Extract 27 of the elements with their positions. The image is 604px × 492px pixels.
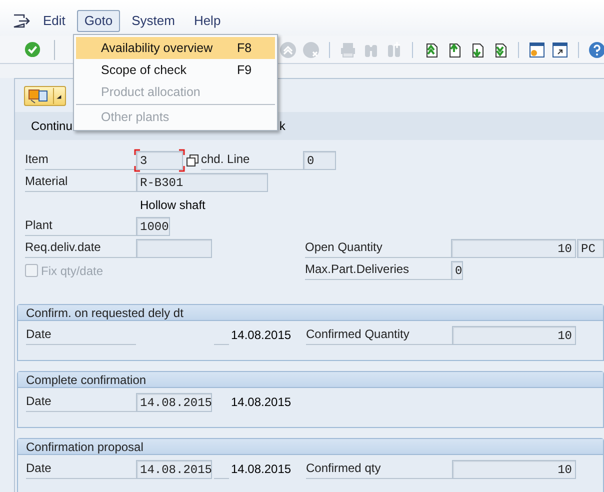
menu-item[interactable]: Goto [77, 10, 120, 32]
toolbar-button-text[interactable]: k [279, 117, 286, 135]
menu-option[interactable]: Availability overview F8 [76, 37, 275, 59]
input-field[interactable]: 10 [452, 326, 576, 345]
unit-field[interactable]: PC [577, 239, 604, 258]
group-title: Confirmation proposal [18, 439, 603, 455]
input-field[interactable]: 0 [303, 151, 336, 170]
date-text: 14.08.2015 [231, 327, 292, 344]
input-field[interactable]: R-B301 [136, 173, 268, 192]
group-title: Complete confirmation [18, 372, 603, 388]
input-field[interactable]: 14.08.2015 [136, 460, 212, 479]
input-field[interactable]: 0 [451, 261, 463, 280]
menu-option[interactable]: Scope of check F9 [76, 59, 275, 81]
date-text: 14.08.2015 [231, 461, 292, 478]
input-field[interactable]: 10 [452, 460, 576, 479]
input-field[interactable]: 1000 [136, 217, 170, 236]
input-field[interactable]: 14.08.2015 [136, 393, 212, 412]
menu-item[interactable]: System [124, 10, 182, 32]
date-text: 14.08.2015 [231, 394, 292, 411]
menu-item[interactable]: Edit [36, 10, 72, 32]
field-label: Date [26, 326, 136, 345]
input-field[interactable]: 10 [451, 239, 576, 258]
group-title: Confirm. on requested dely dt [18, 305, 603, 321]
continue-button-text[interactable]: Continu [31, 117, 72, 135]
menu-item[interactable]: Help [186, 10, 228, 32]
material-description: Hollow shaft [140, 197, 206, 214]
input-field[interactable]: 3 [136, 151, 183, 170]
